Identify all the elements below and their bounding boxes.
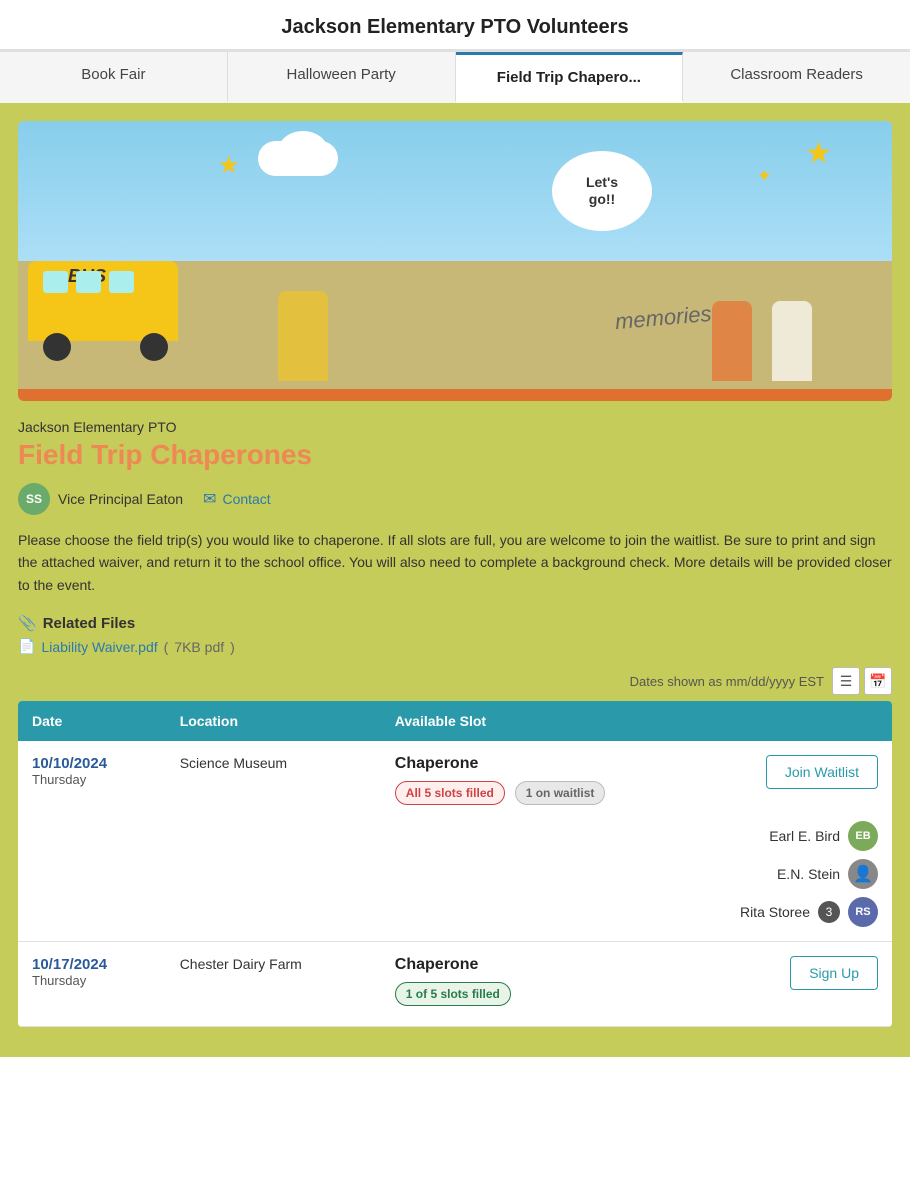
day-name-1: Thursday: [32, 772, 152, 787]
col-date: Date: [18, 701, 166, 741]
signup-avatar-3: RS: [848, 897, 878, 927]
date-cell-2: 10/17/2024 Thursday: [18, 942, 166, 1027]
pdf-icon: 📄: [18, 638, 35, 655]
file-size: (: [164, 639, 169, 655]
orange-strip: [18, 389, 892, 401]
section-title: Field Trip Chaperones: [18, 439, 892, 471]
slot-cell-1: Chaperone All 5 slots filled 1 on waitli…: [381, 741, 892, 942]
coordinator-avatar: SS: [18, 483, 50, 515]
signup-row-1: Earl E. Bird EB: [769, 821, 878, 851]
paperclip-icon: 📎: [18, 614, 37, 632]
figure-1: [712, 301, 752, 381]
view-toggle: ☰ 📅: [832, 667, 892, 695]
bus-illustration: BUS: [28, 251, 188, 361]
figure-2: [772, 301, 812, 381]
sign-up-button[interactable]: Sign Up: [790, 956, 878, 990]
contact-label: Contact: [222, 491, 270, 507]
signup-avatar-2: 👤: [848, 859, 878, 889]
badge-slots-partial: 1 of 5 slots filled: [395, 982, 511, 1006]
tab-field-trip[interactable]: Field Trip Chapero...: [456, 52, 684, 103]
date-cell-1: 10/10/2024 Thursday: [18, 741, 166, 942]
star-icon: ★: [218, 151, 240, 180]
signup-name-2: E.N. Stein: [777, 866, 840, 882]
schedule-table: Date Location Available Slot 10/10/2024 …: [18, 701, 892, 1027]
slot-name-1: Chaperone: [395, 755, 612, 773]
tab-halloween-party[interactable]: Halloween Party: [228, 52, 456, 103]
list-view-icon[interactable]: ☰: [832, 667, 860, 695]
tab-bar: Book Fair Halloween Party Field Trip Cha…: [0, 52, 910, 103]
location-cell-2: Chester Dairy Farm: [166, 942, 381, 1027]
contact-link[interactable]: ✉ Contact: [203, 489, 271, 509]
badge-slots-filled: All 5 slots filled: [395, 781, 505, 805]
badge-waitlist: 1 on waitlist: [515, 781, 606, 805]
signup-row-2: E.N. Stein 👤: [777, 859, 878, 889]
coordinator-name: Vice Principal Eaton: [58, 491, 183, 507]
speech-bubble: Let'sgo!!: [552, 151, 652, 231]
main-content: BUS ★ ★ ✦ Let'sgo!! memories: [0, 103, 910, 1057]
signup-name-3: Rita Storee: [740, 904, 810, 920]
signup-avatar-1: EB: [848, 821, 878, 851]
organization-name: Jackson Elementary PTO: [18, 419, 892, 435]
file-size-value: 7KB pdf: [174, 639, 224, 655]
signup-badge-num: 3: [818, 901, 840, 923]
backpack-figure: [278, 291, 328, 381]
description-text: Please choose the field trip(s) you woul…: [18, 529, 892, 596]
table-row: 10/17/2024 Thursday Chester Dairy Farm C…: [18, 942, 892, 1027]
slot-name-2: Chaperone: [395, 956, 517, 974]
date-value-1: 10/10/2024: [32, 755, 152, 772]
banner-image: BUS ★ ★ ✦ Let'sgo!! memories: [18, 121, 892, 401]
file-link[interactable]: 📄 Liability Waiver.pdf (7KB pdf): [18, 638, 892, 655]
col-slot: Available Slot: [381, 701, 892, 741]
signup-row-3: Rita Storee 3 RS: [740, 897, 878, 927]
page-title: Jackson Elementary PTO Volunteers: [0, 0, 910, 52]
dates-label: Dates shown as mm/dd/yyyy EST: [630, 674, 824, 689]
day-name-2: Thursday: [32, 973, 152, 988]
contact-row: SS Vice Principal Eaton ✉ Contact: [18, 483, 892, 515]
tab-classroom-readers[interactable]: Classroom Readers: [683, 52, 910, 103]
location-cell-1: Science Museum: [166, 741, 381, 942]
table-row: 10/10/2024 Thursday Science Museum Chape…: [18, 741, 892, 942]
slot-cell-2: Chaperone 1 of 5 slots filled Sign Up: [381, 942, 892, 1027]
star-icon-2: ★: [805, 136, 832, 171]
related-files-section: 📎 Related Files 📄 Liability Waiver.pdf (…: [18, 614, 892, 655]
table-meta-row: Dates shown as mm/dd/yyyy EST ☰ 📅: [18, 667, 892, 695]
star-icon-3: ✦: [757, 166, 772, 187]
join-waitlist-button[interactable]: Join Waitlist: [766, 755, 878, 789]
calendar-view-icon[interactable]: 📅: [864, 667, 892, 695]
signup-name-1: Earl E. Bird: [769, 828, 840, 844]
file-name: Liability Waiver.pdf: [41, 639, 157, 655]
date-value-2: 10/17/2024: [32, 956, 152, 973]
col-location: Location: [166, 701, 381, 741]
tab-book-fair[interactable]: Book Fair: [0, 52, 228, 103]
signups-list-1: Earl E. Bird EB E.N. Stein 👤 Rita Storee…: [395, 821, 878, 927]
cloud-2: [278, 131, 328, 171]
envelope-icon: ✉: [203, 489, 216, 509]
related-files-title: 📎 Related Files: [18, 614, 892, 632]
